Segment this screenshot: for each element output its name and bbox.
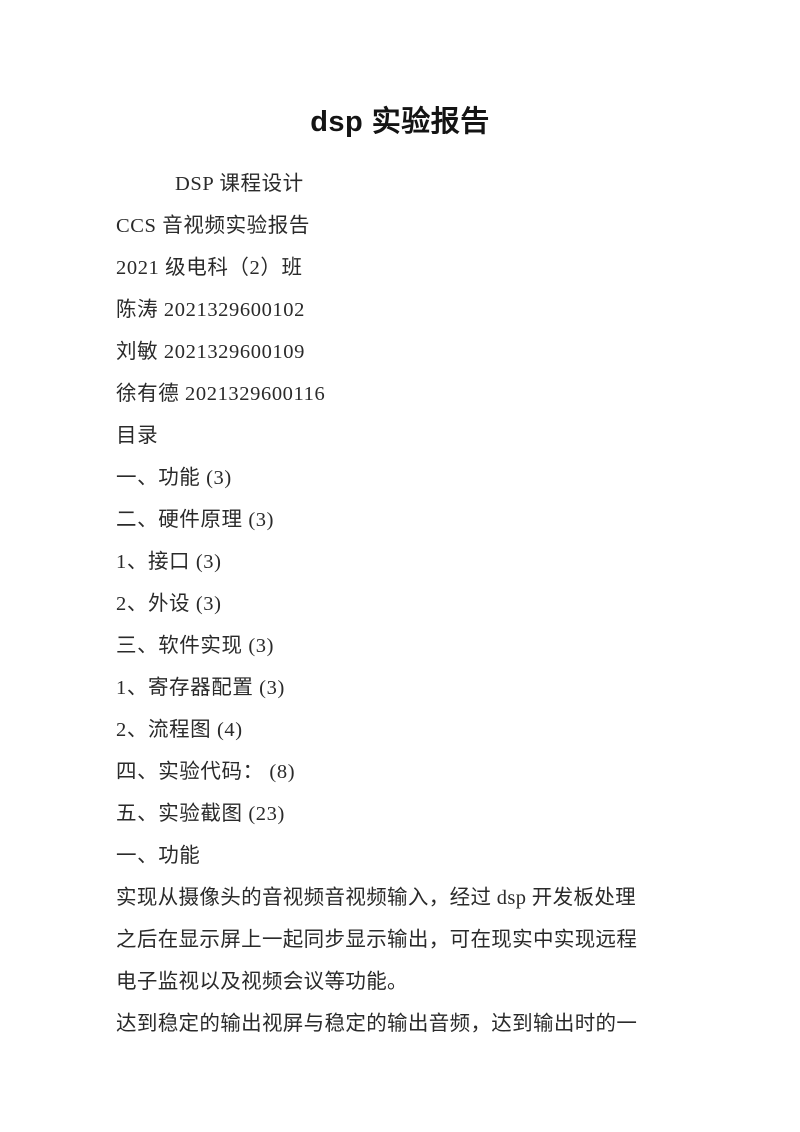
toc-entry: 四、实验代码： (8) <box>116 761 296 783</box>
toc-entry: 二、硬件原理 (3) <box>116 509 275 531</box>
cover-author-line: 陈涛 2021329600102 <box>116 299 305 321</box>
toc-entry: 1、寄存器配置 (3) <box>116 677 285 699</box>
cover-course-line: DSP 课程设计 <box>175 173 304 195</box>
cover-author-line: 徐有德 2021329600116 <box>116 383 326 405</box>
cover-class-line: 2021 级电科（2）班 <box>116 257 303 279</box>
toc-entry: 1、接口 (3) <box>116 551 222 573</box>
section-paragraph-line: 达到稳定的输出视屏与稳定的输出音频，达到输出时的一 <box>116 1013 638 1035</box>
section-function: 一、功能 实现从摄像头的音视频音视频输入，经过 dsp 开发板处理 之后在显示屏… <box>116 835 716 1045</box>
cover-info-block: DSP 课程设计 CCS 音视频实验报告 2021 级电科（2）班 陈涛 202… <box>116 163 716 415</box>
cover-report-name-line: CCS 音视频实验报告 <box>116 215 310 237</box>
toc-entry: 2、流程图 (4) <box>116 719 243 741</box>
document-body: DSP 课程设计 CCS 音视频实验报告 2021 级电科（2）班 陈涛 202… <box>116 163 716 1045</box>
section-paragraph-line: 实现从摄像头的音视频音视频输入，经过 dsp 开发板处理 <box>116 887 637 909</box>
toc-entry: 一、功能 (3) <box>116 467 232 489</box>
page-title: dsp 实验报告 <box>310 106 490 138</box>
section-paragraph-line: 电子监视以及视频会议等功能。 <box>116 971 408 993</box>
toc-entry: 五、实验截图 (23) <box>116 803 285 825</box>
section-paragraph-line: 之后在显示屏上一起同步显示输出，可在现实中实现远程 <box>116 929 638 951</box>
table-of-contents: 目录 一、功能 (3) 二、硬件原理 (3) 1、接口 (3) 2、外设 (3)… <box>116 415 716 835</box>
section-heading: 一、功能 <box>116 845 201 867</box>
toc-entry: 三、软件实现 (3) <box>116 635 275 657</box>
toc-heading: 目录 <box>116 425 159 447</box>
toc-entry: 2、外设 (3) <box>116 593 222 615</box>
document-page: dsp 实验报告 DSP 课程设计 CCS 音视频实验报告 2021 级电科（2… <box>0 0 800 1132</box>
cover-author-line: 刘敏 2021329600109 <box>116 341 305 363</box>
